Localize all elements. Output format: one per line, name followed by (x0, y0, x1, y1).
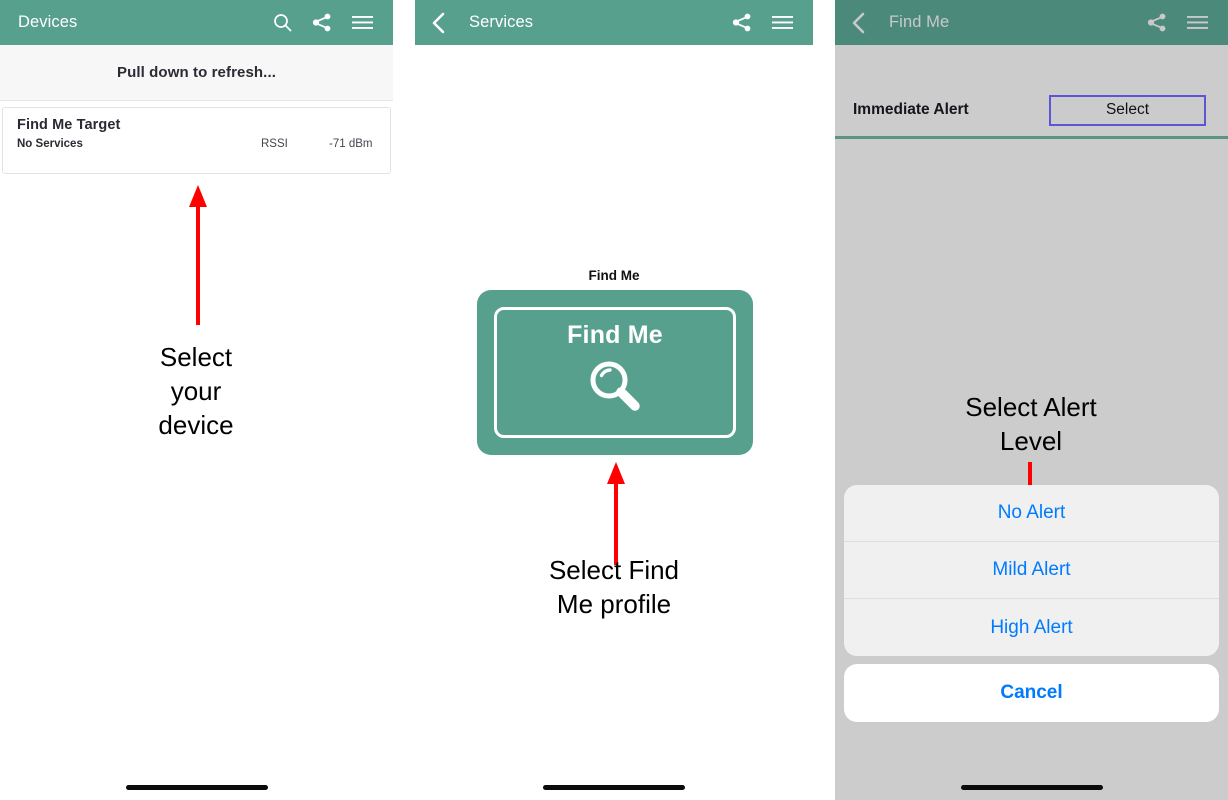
pull-to-refresh-band: Pull down to refresh... (0, 45, 393, 101)
action-sheet-cancel-button[interactable]: Cancel (844, 664, 1219, 722)
find-me-screen: Find Me Immediate Alert Select Select Al… (835, 0, 1228, 800)
device-rssi-label: RSSI (261, 138, 288, 150)
action-sheet-cancel-label: Cancel (1000, 682, 1063, 703)
services-navbar-actions (732, 13, 793, 32)
action-sheet-option[interactable]: No Alert (844, 485, 1219, 542)
annotation-arrow-select-profile (607, 462, 625, 565)
services-title: Services (469, 13, 534, 31)
alert-level-action-sheet: No Alert Mild Alert High Alert (844, 485, 1219, 656)
devices-screen: Devices Pull down to refresh... Find Me … (0, 0, 393, 800)
find-me-tile-caption: Find Me (588, 268, 640, 283)
find-me-profile-tile[interactable]: Find Me (477, 290, 753, 455)
device-rssi-value: -71 dBm (329, 138, 373, 150)
services-navbar: Services (415, 0, 813, 45)
services-screen: Services Find Me Find Me Select Find Me … (415, 0, 813, 800)
home-indicator (961, 785, 1103, 790)
annotation-select-device: Select your device (158, 342, 234, 440)
find-me-title: Find Me (889, 13, 950, 31)
action-sheet-option[interactable]: High Alert (844, 599, 1219, 656)
immediate-alert-row: Immediate Alert Select (835, 85, 1228, 135)
annotation-select-alert-level: Select Alert Level (965, 392, 1097, 456)
home-indicator (126, 785, 268, 790)
device-list-item[interactable]: Find Me Target No Services RSSI -71 dBm (2, 107, 391, 174)
menu-icon[interactable] (772, 15, 793, 30)
back-chevron-icon[interactable] (421, 12, 455, 34)
device-services-label: No Services (17, 138, 83, 150)
device-detail-row: No Services RSSI -71 dBm (17, 138, 376, 150)
devices-navbar-actions (273, 13, 373, 32)
magnifier-icon (590, 361, 640, 411)
menu-icon[interactable] (352, 15, 373, 30)
action-sheet-option-label: High Alert (990, 616, 1073, 638)
action-sheet-option[interactable]: Mild Alert (844, 542, 1219, 599)
devices-navbar: Devices (0, 0, 393, 45)
back-chevron-icon[interactable] (841, 12, 875, 34)
share-icon[interactable] (312, 13, 332, 32)
find-me-navbar: Find Me (835, 0, 1228, 45)
devices-title: Devices (18, 13, 78, 31)
share-icon[interactable] (732, 13, 752, 32)
device-name: Find Me Target (17, 117, 121, 133)
find-me-navbar-actions (1147, 13, 1208, 32)
action-sheet-option-label: No Alert (997, 502, 1066, 523)
select-button-label: Select (1105, 101, 1150, 118)
home-indicator (543, 785, 685, 790)
immediate-alert-label: Immediate Alert (853, 101, 969, 118)
annotation-select-profile: Select Find Me profile (548, 555, 680, 619)
section-divider (835, 136, 1228, 139)
find-me-tile-inner: Find Me (494, 307, 736, 438)
annotation-arrow-select-device (189, 185, 207, 325)
action-sheet-option-label: Mild Alert (992, 559, 1071, 580)
search-icon[interactable] (273, 13, 292, 32)
share-icon[interactable] (1147, 13, 1167, 32)
find-me-tile-label: Find Me (567, 321, 663, 349)
select-alert-level-button[interactable]: Select (1049, 94, 1206, 126)
menu-icon[interactable] (1187, 15, 1208, 30)
pull-to-refresh-label: Pull down to refresh... (117, 64, 276, 81)
